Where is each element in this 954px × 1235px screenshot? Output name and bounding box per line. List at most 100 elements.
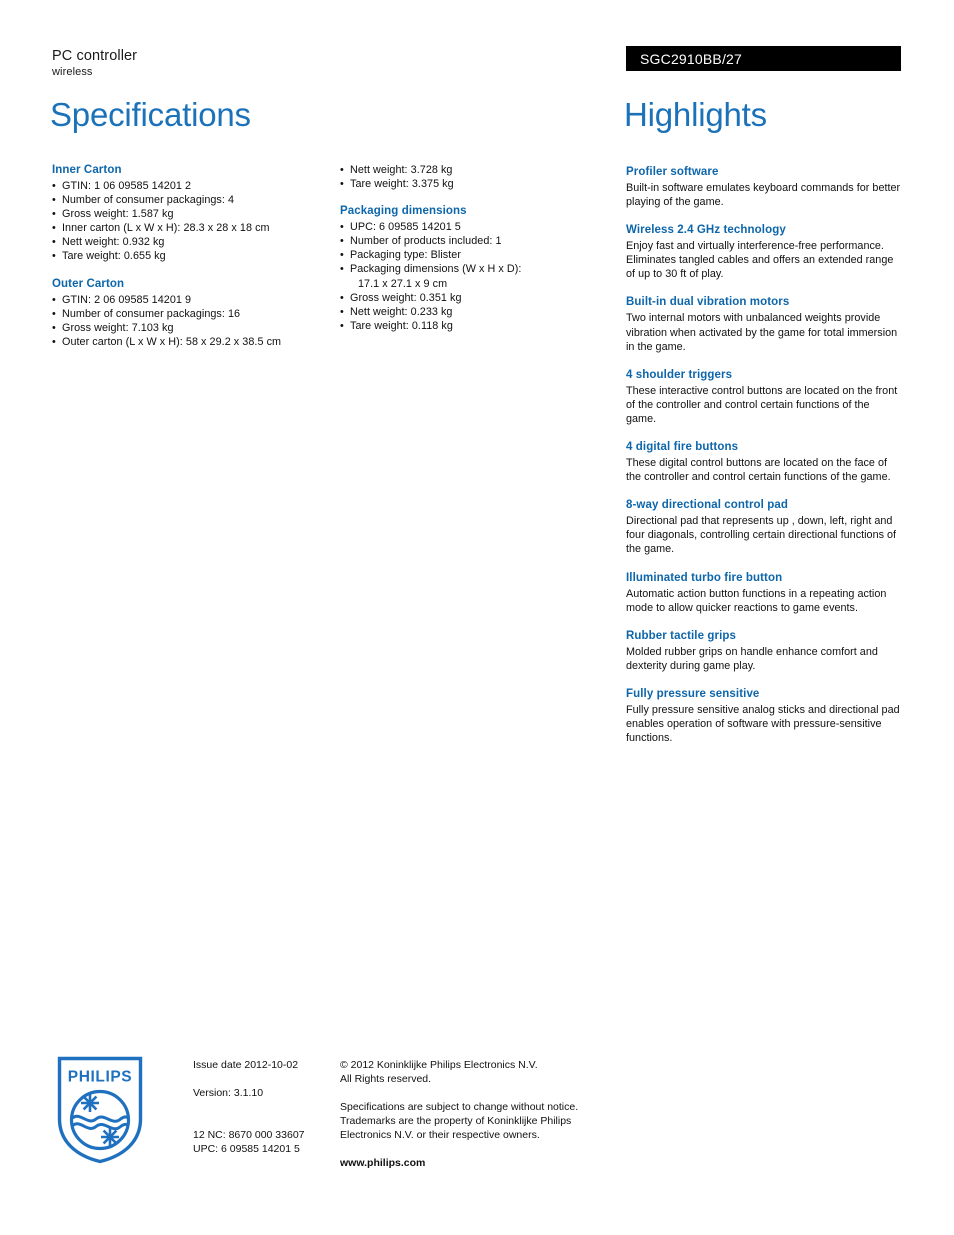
spec-item-text: GTIN: 1 06 09585 14201 2 <box>62 180 192 192</box>
spec-item-text: Tare weight: 0.118 kg <box>350 319 453 332</box>
bullet-icon: • <box>340 178 344 191</box>
spec-item: 17.1 x 27.1 x 9 cm <box>340 277 612 291</box>
highlight-block: Illuminated turbo fire button Automatic a… <box>626 571 902 615</box>
copyright-line-1: © 2012 Koninklijke Philips Electronics N… <box>340 1059 538 1071</box>
highlight-block: Wireless 2.4 GHz technology Enjoy fast an… <box>626 223 902 281</box>
highlight-block: Built-in dual vibration motors Two intern… <box>626 295 902 353</box>
spec-group-heading: Packaging dimensions <box>340 205 467 218</box>
page-footer: PHILIPS Issue date 2012-10-02 Version: 3… <box>0 1050 954 1190</box>
highlight-body: These interactive control buttons are lo… <box>626 384 898 425</box>
spec-item: • GTIN: 2 06 09585 14201 9 <box>52 293 324 307</box>
philips-shield-icon: PHILIPS <box>57 1056 143 1164</box>
disclaimer-line-3: Electronics N.V. or their respective own… <box>340 1129 540 1141</box>
spec-item: • Nett weight: 0.932 kg <box>52 235 324 249</box>
bullet-icon: • <box>52 236 56 249</box>
spec-group: Outer Carton • GTIN: 2 06 09585 14201 9 • Nu… <box>52 277 324 349</box>
highlight-body: These digital control buttons are locate… <box>626 457 891 484</box>
highlight-body: Enjoy fast and virtually interference-fr… <box>626 240 894 281</box>
bullet-icon: • <box>52 250 56 263</box>
highlight-body: Two internal motors with unbalanced weig… <box>626 312 898 353</box>
bullet-icon: • <box>52 293 56 306</box>
highlight-body: Built-in software emulates keyboard comm… <box>626 182 901 209</box>
spec-item: • Tare weight: 0.118 kg <box>340 319 612 333</box>
spec-group: • Nett weight: 3.728 kg • Tare weight: 3.37… <box>340 163 612 191</box>
spec-item: • UPC: 6 09585 14201 5 <box>340 220 612 234</box>
spec-item: • Gross weight: 1.587 kg <box>52 207 324 221</box>
spec-item: • Tare weight: 0.655 kg <box>52 249 324 263</box>
product-name: PC controller <box>52 48 138 64</box>
svg-text:PHILIPS: PHILIPS <box>68 1069 133 1086</box>
bullet-icon: • <box>340 249 344 262</box>
spec-item-text: Tare weight: 0.655 kg <box>62 250 166 263</box>
highlight-block: 4 shoulder triggers These interactive con… <box>626 368 902 426</box>
bullet-icon: • <box>52 321 56 334</box>
bullet-icon: • <box>52 335 56 348</box>
spec-item: • Number of consumer packagings: 16 <box>52 307 324 321</box>
spec-sheet-page: PC controller wireless SGC2910BB/27 Spec… <box>0 0 954 1235</box>
highlight-title: Illuminated turbo fire button <box>626 571 783 584</box>
product-code: SGC2910BB/27 <box>640 51 743 67</box>
bullet-icon: • <box>52 194 56 207</box>
specifications-column-1: Inner Carton • GTIN: 1 06 09585 14201 2 • Nu… <box>52 163 324 349</box>
bullet-icon: • <box>340 319 344 332</box>
spec-item-text: Number of consumer packagings: 4 <box>62 194 235 207</box>
disclaimer-line-2: Trademarks are the property of Koninklij… <box>340 1115 572 1127</box>
highlight-title: 4 digital fire buttons <box>626 441 739 454</box>
philips-logo: PHILIPS <box>57 1056 143 1164</box>
spec-item: • Packaging dimensions (W x H x D): <box>340 262 612 276</box>
highlight-body: Molded rubber grips on handle enhance co… <box>626 645 878 672</box>
highlight-title: 8-way directional control pad <box>626 499 789 512</box>
bullet-icon: • <box>340 291 344 304</box>
highlight-title: 4 shoulder triggers <box>626 368 733 381</box>
disclaimer-line-1: Specifications are subject to change wit… <box>340 1101 579 1113</box>
highlight-title: Built-in dual vibration motors <box>626 296 790 309</box>
spec-item-text: GTIN: 2 06 09585 14201 9 <box>62 293 192 306</box>
version: Version: 3.1.10 <box>193 1087 264 1099</box>
spec-item-text: Nett weight: 0.233 kg <box>350 305 453 318</box>
spec-group-heading: Inner Carton <box>52 164 122 176</box>
issue-date: Issue date 2012-10-02 <box>193 1059 299 1071</box>
spec-item: • Outer carton (L x W x H): 58 x 29.2 x 3… <box>52 335 324 349</box>
spec-group-heading: Outer Carton <box>52 277 125 290</box>
spec-item-text: Tare weight: 3.375 kg <box>350 178 454 191</box>
highlight-block: Profiler software Built-in software emula… <box>626 165 902 209</box>
spec-item: • Gross weight: 7.103 kg <box>52 321 324 335</box>
spec-item-text: Packaging dimensions (W x H x D): <box>350 263 522 276</box>
spec-item-text: 17.1 x 27.1 x 9 cm <box>358 277 448 290</box>
highlights-title: Highlights <box>624 96 767 133</box>
highlight-title: Fully pressure sensitive <box>626 687 760 700</box>
spec-item: • Nett weight: 3.728 kg <box>340 163 612 177</box>
spec-item: • Number of consumer packagings: 4 <box>52 193 324 207</box>
spec-item-text: Nett weight: 0.932 kg <box>62 236 165 249</box>
spec-item: • Number of products included: 1 <box>340 234 612 248</box>
highlight-title: Profiler software <box>626 166 719 178</box>
specifications-title: Specifications <box>50 96 251 133</box>
spec-item: • Gross weight: 0.351 kg <box>340 291 612 305</box>
website-link[interactable]: www.philips.com <box>340 1156 600 1170</box>
product-subtitle: wireless <box>52 66 93 78</box>
upc-code: UPC: 6 09585 14201 5 <box>193 1143 300 1155</box>
spec-item-text: Outer carton (L x W x H): 58 x 29.2 x 38… <box>62 335 282 348</box>
footer-legal-column: © 2012 Koninklijke Philips Electronics N… <box>340 1058 600 1170</box>
spec-item-text: Packaging type: Blister <box>350 249 461 262</box>
bullet-icon: • <box>340 221 344 234</box>
footer-meta-column: Issue date 2012-10-02 Version: 3.1.10 12… <box>193 1058 343 1156</box>
spec-item-text: Gross weight: 0.351 kg <box>350 291 462 304</box>
spec-item-text: UPC: 6 09585 14201 5 <box>350 221 461 234</box>
bullet-icon: • <box>52 307 56 320</box>
specifications-column-2: • Nett weight: 3.728 kg • Tare weight: 3.37… <box>340 163 612 333</box>
spec-group: Packaging dimensions • UPC: 6 09585 14201 … <box>340 204 612 333</box>
highlight-block: 8-way directional control pad Directional… <box>626 498 902 556</box>
spec-item-text: Gross weight: 1.587 kg <box>62 208 174 221</box>
bullet-icon: • <box>52 208 56 221</box>
highlight-block: Fully pressure sensitive Fully pressure s… <box>626 687 902 745</box>
spec-item-text: Inner carton (L x W x H): 28.3 x 28 x 18… <box>62 222 270 235</box>
highlight-block: 4 digital fire buttons These digital cont… <box>626 440 902 484</box>
highlight-body: Directional pad that represents up , dow… <box>626 515 897 556</box>
copyright-line-2: All Rights reserved. <box>340 1073 432 1085</box>
spec-item-text: Number of consumer packagings: 16 <box>62 307 241 320</box>
bullet-icon: • <box>340 305 344 318</box>
spec-item-text: Number of products included: 1 <box>350 235 502 248</box>
